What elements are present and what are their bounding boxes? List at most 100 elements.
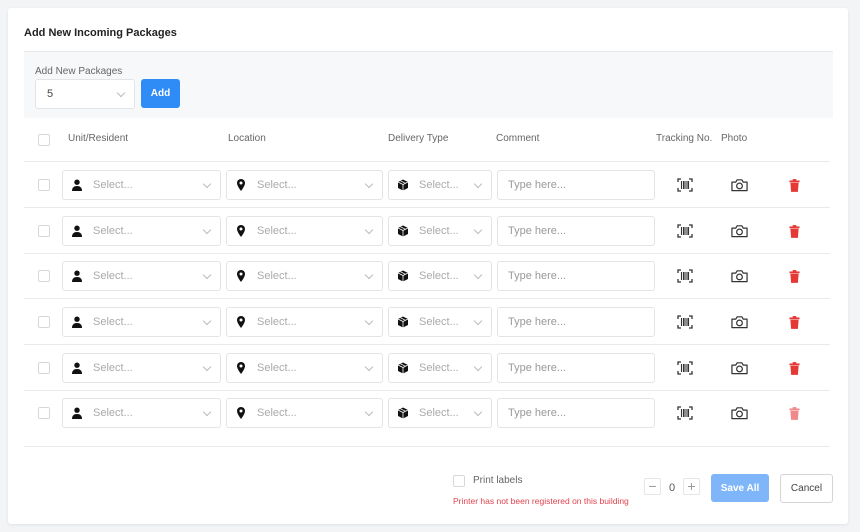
print-labels-checkbox[interactable] <box>453 475 465 487</box>
row-checkbox[interactable] <box>38 407 50 419</box>
location-placeholder: Select... <box>257 225 297 237</box>
package-row: Select... Select... Select... Type here.… <box>8 307 848 337</box>
divider <box>24 207 830 208</box>
camera-icon[interactable] <box>731 178 748 197</box>
chevron-down-icon <box>364 270 374 280</box>
row-checkbox[interactable] <box>38 316 50 328</box>
location-select[interactable]: Select... <box>226 261 383 291</box>
chevron-down-icon <box>473 179 483 189</box>
map-pin-icon <box>235 316 247 328</box>
package-icon <box>397 316 409 328</box>
trash-icon[interactable] <box>789 316 800 334</box>
select-all-checkbox[interactable] <box>38 134 50 146</box>
chevron-down-icon <box>364 316 374 326</box>
location-placeholder: Select... <box>257 316 297 328</box>
unit-resident-select[interactable]: Select... <box>62 307 221 337</box>
delivery-type-select[interactable]: Select... <box>388 216 492 246</box>
chevron-down-icon <box>202 179 212 189</box>
divider <box>24 344 830 345</box>
trash-icon[interactable] <box>789 362 800 380</box>
package-row: Select... Select... Select... Type here.… <box>8 398 848 428</box>
comment-placeholder: Type here... <box>508 179 567 191</box>
comment-input[interactable]: Type here... <box>497 307 655 337</box>
user-icon <box>71 270 83 282</box>
trash-icon[interactable] <box>789 407 800 425</box>
unit-resident-select[interactable]: Select... <box>62 216 221 246</box>
camera-icon[interactable] <box>731 315 748 334</box>
comment-input[interactable]: Type here... <box>497 398 655 428</box>
unit-resident-select[interactable]: Select... <box>62 261 221 291</box>
barcode-scan-icon[interactable] <box>677 269 693 288</box>
unit-resident-select[interactable]: Select... <box>62 170 221 200</box>
cancel-button[interactable]: Cancel <box>780 474 833 503</box>
camera-icon[interactable] <box>731 361 748 380</box>
row-checkbox[interactable] <box>38 225 50 237</box>
comment-placeholder: Type here... <box>508 362 567 374</box>
location-select[interactable]: Select... <box>226 398 383 428</box>
add-button[interactable]: Add <box>141 79 180 108</box>
add-packages-card: Add New Incoming Packages Add New Packag… <box>8 8 848 524</box>
package-icon <box>397 179 409 191</box>
chevron-down-icon <box>364 225 374 235</box>
delivery-type-select[interactable]: Select... <box>388 398 492 428</box>
delivery-type-select[interactable]: Select... <box>388 261 492 291</box>
camera-icon[interactable] <box>731 406 748 425</box>
barcode-scan-icon[interactable] <box>677 406 693 425</box>
barcode-scan-icon[interactable] <box>677 178 693 197</box>
map-pin-icon <box>235 362 247 374</box>
page-title: Add New Incoming Packages <box>24 27 177 39</box>
trash-icon[interactable] <box>789 179 800 197</box>
row-checkbox[interactable] <box>38 270 50 282</box>
delivery-type-select[interactable]: Select... <box>388 353 492 383</box>
camera-icon[interactable] <box>731 224 748 243</box>
location-select[interactable]: Select... <box>226 353 383 383</box>
row-checkbox[interactable] <box>38 362 50 374</box>
chevron-down-icon <box>473 316 483 326</box>
comment-input[interactable]: Type here... <box>497 216 655 246</box>
delivery-placeholder: Select... <box>419 179 459 191</box>
barcode-scan-icon[interactable] <box>677 224 693 243</box>
delivery-type-select[interactable]: Select... <box>388 307 492 337</box>
chevron-down-icon <box>202 407 212 417</box>
chevron-down-icon <box>364 362 374 372</box>
column-photo: Photo <box>721 133 748 144</box>
quantity-select[interactable]: 5 <box>35 79 135 109</box>
unit-placeholder: Select... <box>93 270 133 282</box>
chevron-down-icon <box>473 362 483 372</box>
delivery-placeholder: Select... <box>419 225 459 237</box>
save-all-button[interactable]: Save All <box>711 474 769 502</box>
location-select[interactable]: Select... <box>226 216 383 246</box>
user-icon <box>71 316 83 328</box>
package-row: Select... Select... Select... Type here.… <box>8 353 848 383</box>
barcode-scan-icon[interactable] <box>677 315 693 334</box>
decrement-button[interactable]: − <box>644 478 661 495</box>
row-checkbox[interactable] <box>38 179 50 191</box>
comment-placeholder: Type here... <box>508 316 567 328</box>
chevron-down-icon <box>202 270 212 280</box>
location-select[interactable]: Select... <box>226 170 383 200</box>
barcode-scan-icon[interactable] <box>677 361 693 380</box>
location-placeholder: Select... <box>257 407 297 419</box>
package-icon <box>397 225 409 237</box>
package-row: Select... Select... Select... Type here.… <box>8 170 848 200</box>
comment-input[interactable]: Type here... <box>497 261 655 291</box>
unit-placeholder: Select... <box>93 179 133 191</box>
unit-resident-select[interactable]: Select... <box>62 398 221 428</box>
comment-placeholder: Type here... <box>508 225 567 237</box>
comment-input[interactable]: Type here... <box>497 353 655 383</box>
camera-icon[interactable] <box>731 269 748 288</box>
chevron-down-icon <box>202 316 212 326</box>
increment-button[interactable]: + <box>683 478 700 495</box>
trash-icon[interactable] <box>789 225 800 243</box>
comment-input[interactable]: Type here... <box>497 170 655 200</box>
location-select[interactable]: Select... <box>226 307 383 337</box>
delivery-placeholder: Select... <box>419 270 459 282</box>
unit-placeholder: Select... <box>93 225 133 237</box>
delivery-type-select[interactable]: Select... <box>388 170 492 200</box>
print-labels-label: Print labels <box>473 475 523 486</box>
comment-placeholder: Type here... <box>508 407 567 419</box>
trash-icon[interactable] <box>789 270 800 288</box>
map-pin-icon <box>235 270 247 282</box>
unit-resident-select[interactable]: Select... <box>62 353 221 383</box>
user-icon <box>71 362 83 374</box>
